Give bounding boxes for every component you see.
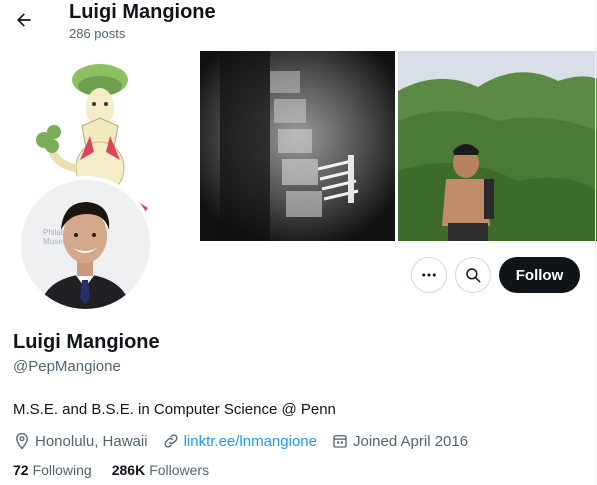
back-button[interactable] (10, 6, 38, 34)
profile-name: Luigi Mangione (13, 331, 160, 353)
profile-avatar[interactable]: Philad Museu (17, 176, 154, 313)
following-count: 72 (13, 462, 29, 478)
calendar-icon (333, 435, 347, 448)
header-title: Luigi Mangione (69, 1, 216, 23)
followers-label: Followers (149, 462, 210, 478)
location-text: Honolulu, Hawaii (35, 432, 148, 450)
post-count: 286 posts (69, 26, 126, 41)
joined-text: Joined April 2016 (352, 432, 469, 450)
banner-xray-image (200, 51, 395, 241)
more-dots-icon (422, 273, 436, 277)
follow-stats: 72 Following 286K Followers (13, 462, 229, 478)
following-link[interactable]: 72 Following (13, 462, 92, 478)
profile-location: Honolulu, Hawaii (13, 432, 148, 450)
arrow-left-icon (17, 13, 31, 27)
search-posts-button[interactable] (455, 257, 491, 293)
profile-joined: Joined April 2016 (331, 432, 468, 450)
more-options-button[interactable] (411, 257, 447, 293)
profile-bio: M.S.E. and B.S.E. in Computer Science @ … (13, 401, 336, 418)
link-icon (164, 434, 178, 448)
followers-link[interactable]: 286K Followers (112, 462, 209, 478)
location-pin-icon (16, 432, 28, 450)
svg-text:Philad: Philad (43, 228, 65, 237)
search-icon (466, 268, 481, 283)
followers-count: 286K (111, 462, 146, 478)
follow-button[interactable]: Follow (499, 257, 580, 293)
profile-handle: @PepMangione (13, 358, 121, 375)
profile-website[interactable]: linktr.ee/lnmangione (162, 432, 317, 450)
column-divider (595, 0, 596, 485)
profile-header: Luigi Mangione 286 posts (0, 0, 597, 48)
banner-hiking-photo (398, 51, 597, 241)
following-label: Following (32, 462, 92, 478)
website-link[interactable]: linktr.ee/lnmangione (184, 433, 317, 450)
profile-meta: Honolulu, Hawaii linktr.ee/lnmangione Jo… (13, 430, 482, 452)
